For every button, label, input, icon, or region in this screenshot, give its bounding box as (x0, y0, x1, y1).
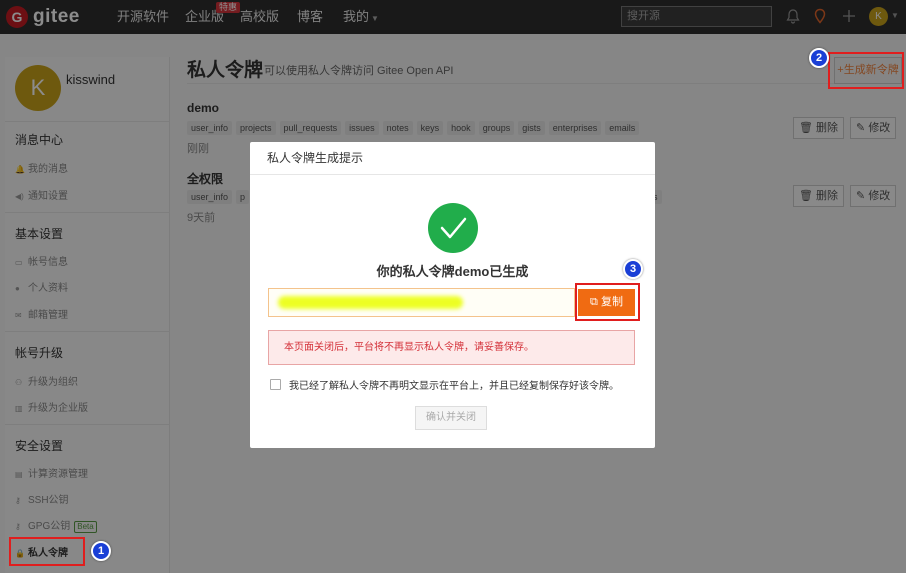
highlight-generate-token (828, 52, 904, 89)
step-number-badge: 3 (623, 259, 643, 279)
modal-title: 你的私人令牌demo已生成 (376, 264, 529, 279)
success-check-icon (428, 203, 478, 253)
step-number-badge: 1 (91, 541, 111, 561)
confirm-close-button[interactable]: 确认并关闭 (415, 406, 487, 430)
modal-header: 私人令牌生成提示 (250, 142, 655, 175)
warning-alert: 本页面关闭后，平台将不再显示私人令牌，请妥善保存。 (268, 330, 635, 365)
acknowledge-checkbox[interactable] (270, 379, 281, 390)
highlight-private-tokens (9, 537, 85, 566)
highlight-copy-button (575, 283, 640, 321)
step-number-badge: 2 (809, 48, 829, 68)
acknowledge-row[interactable]: 我已经了解私人令牌不再明文显示在平台上，并且已经复制保存好该令牌。 (270, 377, 619, 392)
redacted-token (278, 296, 463, 309)
acknowledge-label: 我已经了解私人令牌不再明文显示在平台上，并且已经复制保存好该令牌。 (289, 381, 619, 392)
token-value-field[interactable] (268, 288, 575, 317)
